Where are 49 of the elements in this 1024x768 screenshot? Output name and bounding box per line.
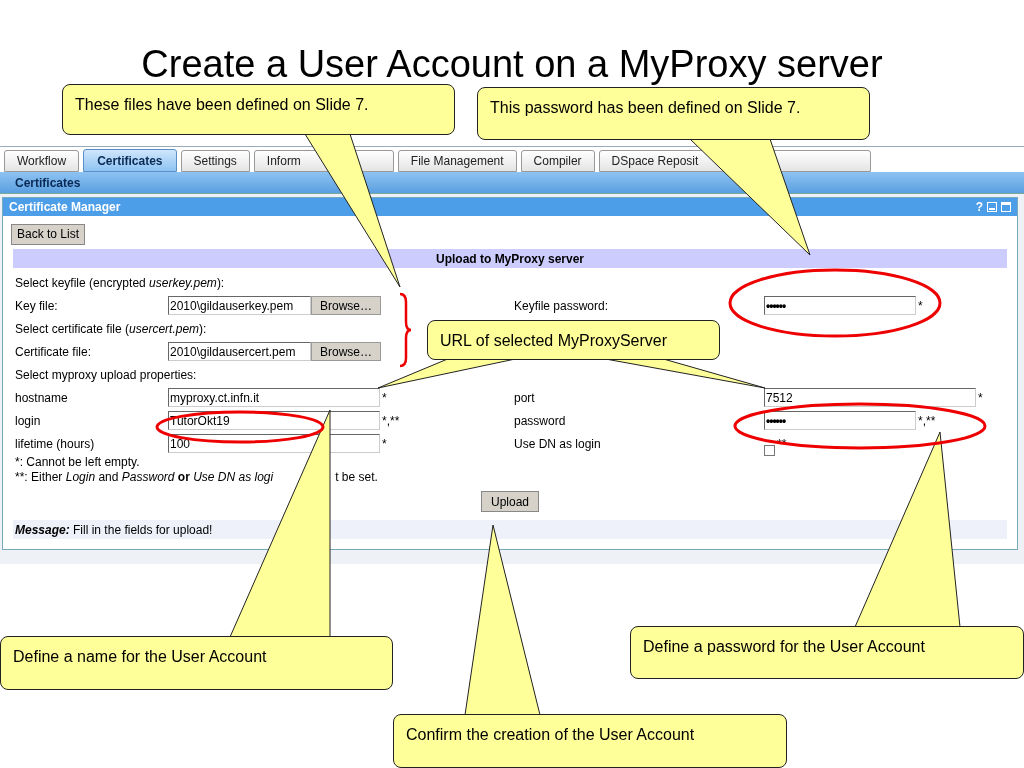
minimize-icon[interactable]	[987, 202, 997, 212]
slide-title: Create a User Account on a MyProxy server	[141, 42, 883, 87]
field-label: lifetime (hours)	[15, 435, 96, 453]
required-mark: *,**	[918, 412, 936, 430]
callout-box: Define a name for the User Account	[0, 636, 393, 690]
tab[interactable]: Workflow	[4, 150, 80, 172]
footnote: **: Either Login and Password or Use DN as logi	[15, 470, 274, 485]
browse-button[interactable]: Browse…	[311, 342, 381, 361]
back-button[interactable]: Back to List	[11, 223, 86, 245]
field-label: Keyfile password:	[514, 297, 610, 315]
field-label: Key file:	[15, 297, 59, 315]
required-mark: *	[918, 297, 923, 315]
tab[interactable]: Compiler	[520, 150, 595, 172]
password-field[interactable]: ••••••	[764, 411, 916, 430]
field-label: hostname	[15, 389, 69, 407]
tab[interactable]: Settings	[180, 150, 250, 172]
message-text: Message: Fill in the fields for upload!	[15, 521, 213, 539]
footnote: *: Cannot be left empty.	[15, 455, 140, 470]
panel-title: Certificate Manager	[9, 199, 121, 216]
tab[interactable]: File Management	[397, 150, 517, 172]
callout-box: Confirm the creation of the User Account	[393, 714, 787, 768]
required-mark: *	[382, 435, 387, 453]
field-label: login	[15, 412, 42, 430]
field-label: Certificate file:	[15, 343, 93, 361]
section-label: Select certificate file (usercert.pem):	[15, 320, 207, 338]
required-mark: *	[978, 389, 983, 407]
section-label: Select keyfile (encrypted userkey.pem):	[15, 274, 225, 292]
checkbox[interactable]	[764, 445, 775, 456]
field-label: port	[514, 389, 536, 407]
required-mark: *	[382, 389, 387, 407]
required-mark: *,**	[382, 412, 400, 430]
password-field[interactable]: ••••••	[764, 296, 916, 315]
input-field[interactable]: 7512	[764, 388, 976, 407]
callout-box: Define a password for the User Account	[630, 626, 1024, 679]
field-label: Use DN as login	[514, 435, 602, 453]
callout-box: This password has been defined on Slide 7.	[477, 87, 870, 140]
footnote: t be set.	[335, 470, 378, 485]
form-heading: Upload to MyProxy server	[435, 250, 585, 268]
input-field[interactable]: myproxy.ct.infn.it	[168, 388, 380, 407]
callout-box: These files have been defined on Slide 7.	[62, 84, 455, 135]
maximize-icon[interactable]	[1001, 202, 1011, 212]
input-field[interactable]: 2010\gildauserkey.pem	[168, 296, 311, 315]
browse-button[interactable]: Browse…	[311, 296, 381, 315]
upload-button[interactable]: Upload	[481, 491, 539, 512]
field-label: password	[514, 412, 567, 430]
input-field[interactable]: 2010\gildausercert.pem	[168, 342, 311, 361]
section-title: Certificates	[15, 174, 81, 192]
tab[interactable]: Certificates	[83, 149, 177, 172]
section-label: Select myproxy upload properties:	[15, 366, 197, 384]
